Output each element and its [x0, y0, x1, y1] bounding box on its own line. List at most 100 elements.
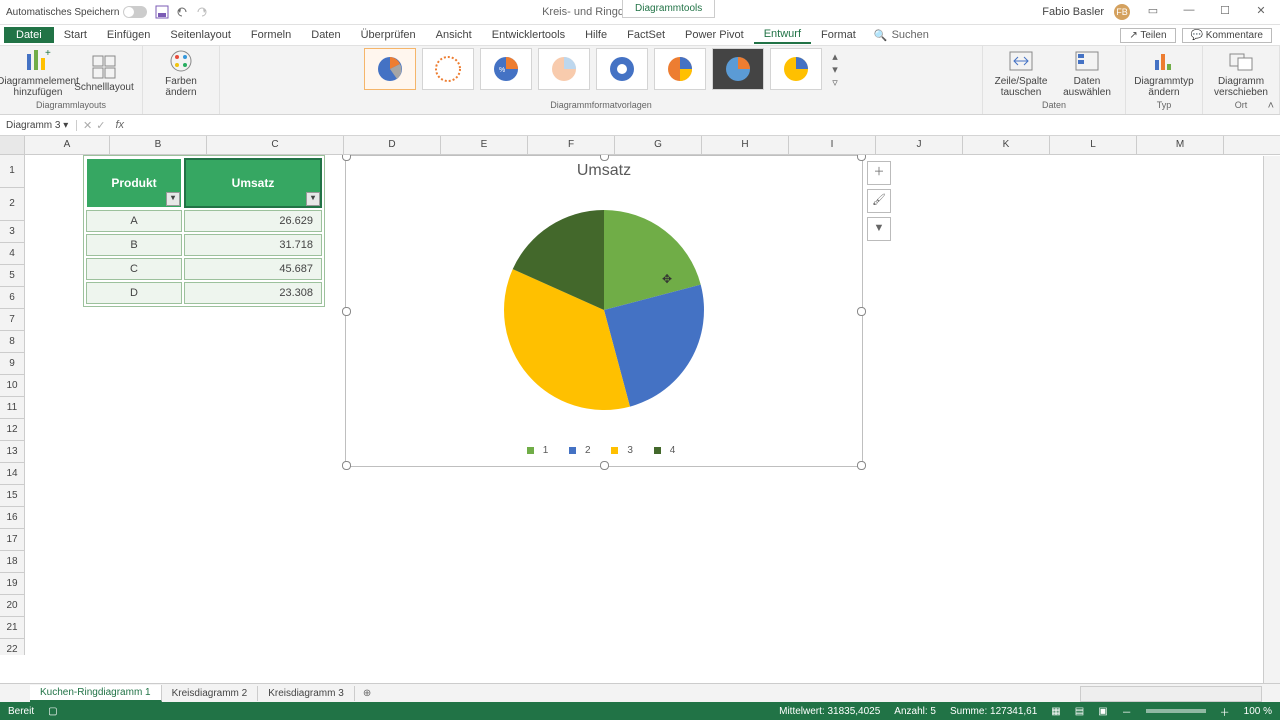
- cell-grid[interactable]: Produkt▾ Umsatz▾ A26.629B31.718C45.687D2…: [25, 155, 1280, 655]
- chart-legend[interactable]: 1 2 3 4: [346, 445, 862, 456]
- menu-tab-entwurf[interactable]: Entwurf: [754, 26, 811, 44]
- minimize-icon[interactable]: —: [1176, 4, 1202, 20]
- row-header-12[interactable]: 12: [0, 419, 24, 441]
- row-header-3[interactable]: 3: [0, 221, 24, 243]
- col-header-E[interactable]: E: [441, 136, 528, 154]
- menu-tab-formeln[interactable]: Formeln: [241, 27, 301, 43]
- menu-tab-ansicht[interactable]: Ansicht: [426, 27, 482, 43]
- autosave-switch-icon[interactable]: [123, 6, 147, 18]
- file-tab[interactable]: Datei: [4, 27, 54, 43]
- col-header-D[interactable]: D: [344, 136, 441, 154]
- row-header-17[interactable]: 17: [0, 529, 24, 551]
- view-break-icon[interactable]: ▣: [1098, 706, 1107, 717]
- chart-style-4[interactable]: [538, 48, 590, 90]
- row-header-9[interactable]: 9: [0, 353, 24, 375]
- undo-icon[interactable]: [175, 5, 189, 19]
- row-header-15[interactable]: 15: [0, 485, 24, 507]
- row-header-1[interactable]: 1: [0, 155, 24, 188]
- col-header-A[interactable]: A: [25, 136, 110, 154]
- search-box[interactable]: 🔍 Suchen: [874, 29, 929, 42]
- menu-tab-überprüfen[interactable]: Überprüfen: [351, 27, 426, 43]
- chart-object[interactable]: Umsatz 1 2 3 4 ✥: [345, 155, 863, 467]
- col-header-J[interactable]: J: [876, 136, 963, 154]
- row-header-22[interactable]: 22: [0, 639, 24, 655]
- zoom-slider[interactable]: [1146, 709, 1206, 713]
- filter-icon[interactable]: ▾: [166, 192, 180, 206]
- col-header-I[interactable]: I: [789, 136, 876, 154]
- col-header-M[interactable]: M: [1137, 136, 1224, 154]
- col-header-C[interactable]: C: [207, 136, 344, 154]
- collapse-ribbon-icon[interactable]: ˄: [1268, 100, 1274, 112]
- view-layout-icon[interactable]: ▤: [1075, 706, 1084, 717]
- fx-icon[interactable]: fx: [111, 119, 124, 131]
- ribbon-options-icon[interactable]: ▭: [1140, 4, 1166, 20]
- save-icon[interactable]: [155, 5, 169, 19]
- col-header-L[interactable]: L: [1050, 136, 1137, 154]
- select-all-corner[interactable]: [0, 136, 25, 154]
- sheet-tab[interactable]: Kreisdiagramm 3: [258, 686, 355, 701]
- name-box[interactable]: Diagramm 3 ▾: [0, 120, 77, 131]
- col-header-B[interactable]: B: [110, 136, 207, 154]
- menu-tab-daten[interactable]: Daten: [301, 27, 350, 43]
- chart-style-1[interactable]: [364, 48, 416, 90]
- chart-style-7[interactable]: [712, 48, 764, 90]
- gallery-up-icon[interactable]: ▴: [832, 50, 838, 63]
- row-header-19[interactable]: 19: [0, 573, 24, 595]
- row-header-18[interactable]: 18: [0, 551, 24, 573]
- chart-style-8[interactable]: [770, 48, 822, 90]
- table-row[interactable]: D23.308: [86, 282, 322, 304]
- sheet-tab[interactable]: Kreisdiagramm 2: [162, 686, 259, 701]
- row-header-4[interactable]: 4: [0, 243, 24, 265]
- quick-layout-button[interactable]: Schnelllayout: [74, 54, 134, 93]
- autosave-toggle[interactable]: Automatisches Speichern: [6, 6, 147, 18]
- chart-styles-gallery[interactable]: % ▴ ▾ ▿: [364, 48, 838, 90]
- user-name[interactable]: Fabio Basler: [1042, 6, 1104, 18]
- change-colors-button[interactable]: Farben ändern: [151, 48, 211, 98]
- row-header-11[interactable]: 11: [0, 397, 24, 419]
- row-headers[interactable]: 12345678910111213141516171819202122: [0, 155, 25, 655]
- change-chart-type-button[interactable]: Diagrammtyp ändern: [1134, 48, 1194, 98]
- menu-tab-start[interactable]: Start: [54, 27, 97, 43]
- menu-tab-entwicklertools[interactable]: Entwicklertools: [482, 27, 575, 43]
- comments-button[interactable]: 💬 Kommentare: [1182, 28, 1272, 43]
- add-chart-element-button[interactable]: + Diagrammelement hinzufügen: [8, 48, 68, 98]
- row-header-7[interactable]: 7: [0, 309, 24, 331]
- sheet-tab[interactable]: Kuchen-Ringdiagramm 1: [30, 685, 162, 702]
- filter-icon[interactable]: ▾: [306, 192, 320, 206]
- row-header-5[interactable]: 5: [0, 265, 24, 287]
- zoom-level[interactable]: 100 %: [1244, 706, 1272, 717]
- row-header-13[interactable]: 13: [0, 441, 24, 463]
- switch-row-column-button[interactable]: Zeile/Spalte tauschen: [991, 48, 1051, 98]
- menu-tab-factset[interactable]: FactSet: [617, 27, 675, 43]
- zoom-in-icon[interactable]: ＋: [1220, 704, 1230, 719]
- col-header-F[interactable]: F: [528, 136, 615, 154]
- chart-filters-button[interactable]: ▼: [867, 217, 891, 241]
- col-header-K[interactable]: K: [963, 136, 1050, 154]
- table-row[interactable]: B31.718: [86, 234, 322, 256]
- gallery-down-icon[interactable]: ▾: [832, 63, 838, 76]
- menu-tab-hilfe[interactable]: Hilfe: [575, 27, 617, 43]
- select-data-button[interactable]: Daten auswählen: [1057, 48, 1117, 98]
- chart-style-6[interactable]: [654, 48, 706, 90]
- close-icon[interactable]: ✕: [1248, 4, 1274, 20]
- pie-chart[interactable]: [346, 180, 862, 430]
- chart-style-2[interactable]: [422, 48, 474, 90]
- redo-icon[interactable]: [195, 5, 209, 19]
- row-header-6[interactable]: 6: [0, 287, 24, 309]
- zoom-out-icon[interactable]: －: [1122, 704, 1132, 719]
- row-header-10[interactable]: 10: [0, 375, 24, 397]
- column-headers[interactable]: ABCDEFGHIJKLM: [0, 136, 1280, 155]
- col-header-G[interactable]: G: [615, 136, 702, 154]
- horizontal-scrollbar[interactable]: [1080, 686, 1262, 702]
- table-row[interactable]: A26.629: [86, 210, 322, 232]
- maximize-icon[interactable]: ☐: [1212, 4, 1238, 20]
- chart-style-3[interactable]: %: [480, 48, 532, 90]
- gallery-more-icon[interactable]: ▿: [832, 76, 838, 89]
- chart-styles-button[interactable]: 🖌: [867, 189, 891, 213]
- macro-record-icon[interactable]: ▢: [48, 706, 57, 717]
- table-header-umsatz[interactable]: Umsatz▾: [184, 158, 322, 208]
- share-button[interactable]: ↗ Teilen: [1120, 28, 1175, 43]
- row-header-16[interactable]: 16: [0, 507, 24, 529]
- user-avatar[interactable]: FB: [1114, 4, 1130, 20]
- table-header-produkt[interactable]: Produkt▾: [86, 158, 182, 208]
